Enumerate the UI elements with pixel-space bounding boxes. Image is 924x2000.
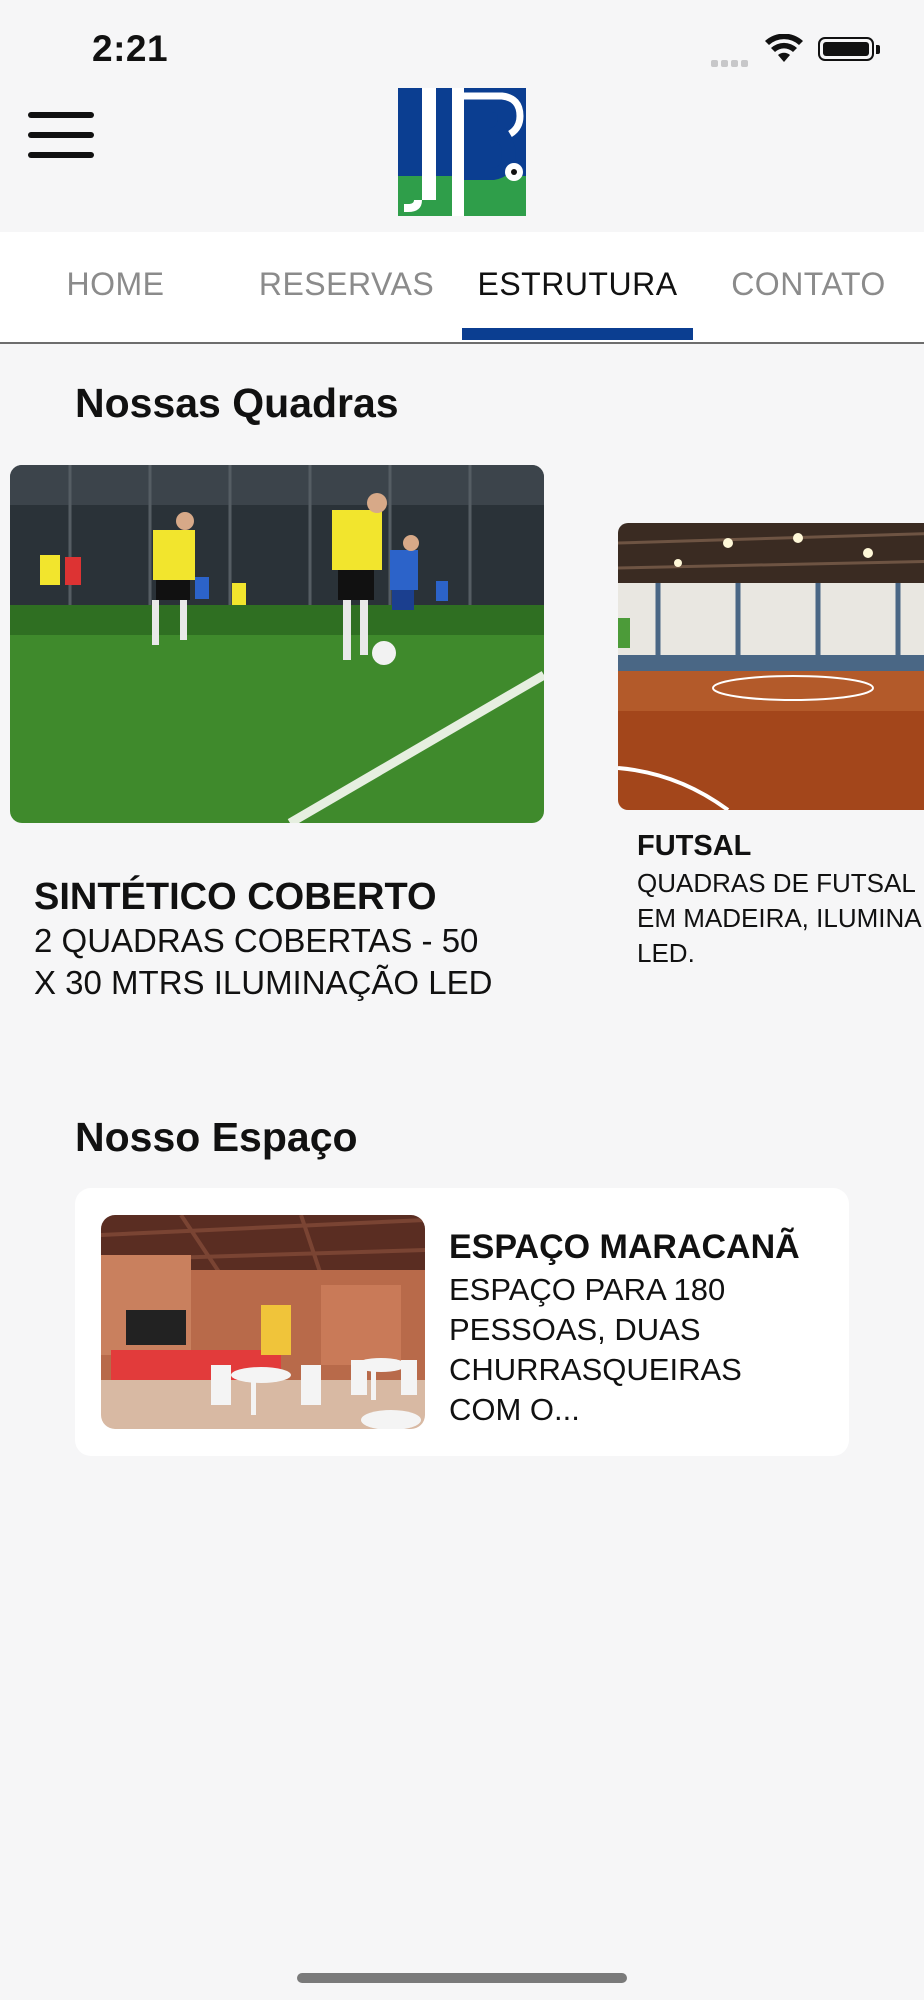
active-tab-indicator [462,328,693,340]
futsal-desc-line2: EM MADEIRA, ILUMINA [637,903,922,933]
espaco-card-maracana[interactable]: ESPAÇO MARACANÃ ESPAÇO PARA 180 PESSOAS,… [75,1188,849,1456]
tab-contato[interactable]: CONTATO [693,232,924,340]
futsal-desc-line1: QUADRAS DE FUTSAL [637,868,916,898]
maracana-desc-line3: CHURRASQUEIRAS [449,1352,742,1387]
futsal-desc-line3: LED. [637,938,695,968]
section-title-quadras: Nossas Quadras [75,380,399,426]
battery-tip [876,45,880,54]
tab-bar: HOME RESERVAS ESTRUTURA CONTATO [0,232,924,344]
sintetico-desc-line2: X 30 MTRS ILUMINAÇÃO LED [34,964,493,1001]
futsal-court-image [618,523,924,810]
home-indicator[interactable] [297,1973,627,1983]
battery-icon [818,37,874,61]
sintetico-desc-line1: 2 QUADRAS COBERTAS - 50 [34,922,479,959]
sintetico-photo [10,465,544,823]
maracana-photo [101,1215,425,1429]
cellular-signal-icon [711,54,751,72]
wifi-icon [765,34,803,62]
futsal-photo [618,523,924,810]
tab-home[interactable]: HOME [0,232,231,340]
status-bar: 2:21 [0,0,924,80]
tab-estrutura[interactable]: ESTRUTURA [462,232,693,340]
hamburger-menu-icon[interactable] [28,110,94,160]
event-space-image [101,1215,425,1429]
status-indicators [0,34,924,67]
soccer-field-image [10,465,544,823]
futsal-title: FUTSAL [637,830,752,862]
maracana-desc-line1: ESPAÇO PARA 180 [449,1272,726,1307]
sintetico-title: SINTÉTICO COBERTO [34,876,437,918]
jb-logo-icon [398,88,526,216]
maracana-desc-line2: PESSOAS, DUAS [449,1312,701,1347]
tab-reservas[interactable]: RESERVAS [231,232,462,340]
app-header [0,80,924,232]
maracana-desc-line4: COM O... [449,1392,580,1427]
section-title-espaco: Nosso Espaço [75,1114,358,1160]
maracana-title: ESPAÇO MARACANÃ [449,1228,800,1266]
